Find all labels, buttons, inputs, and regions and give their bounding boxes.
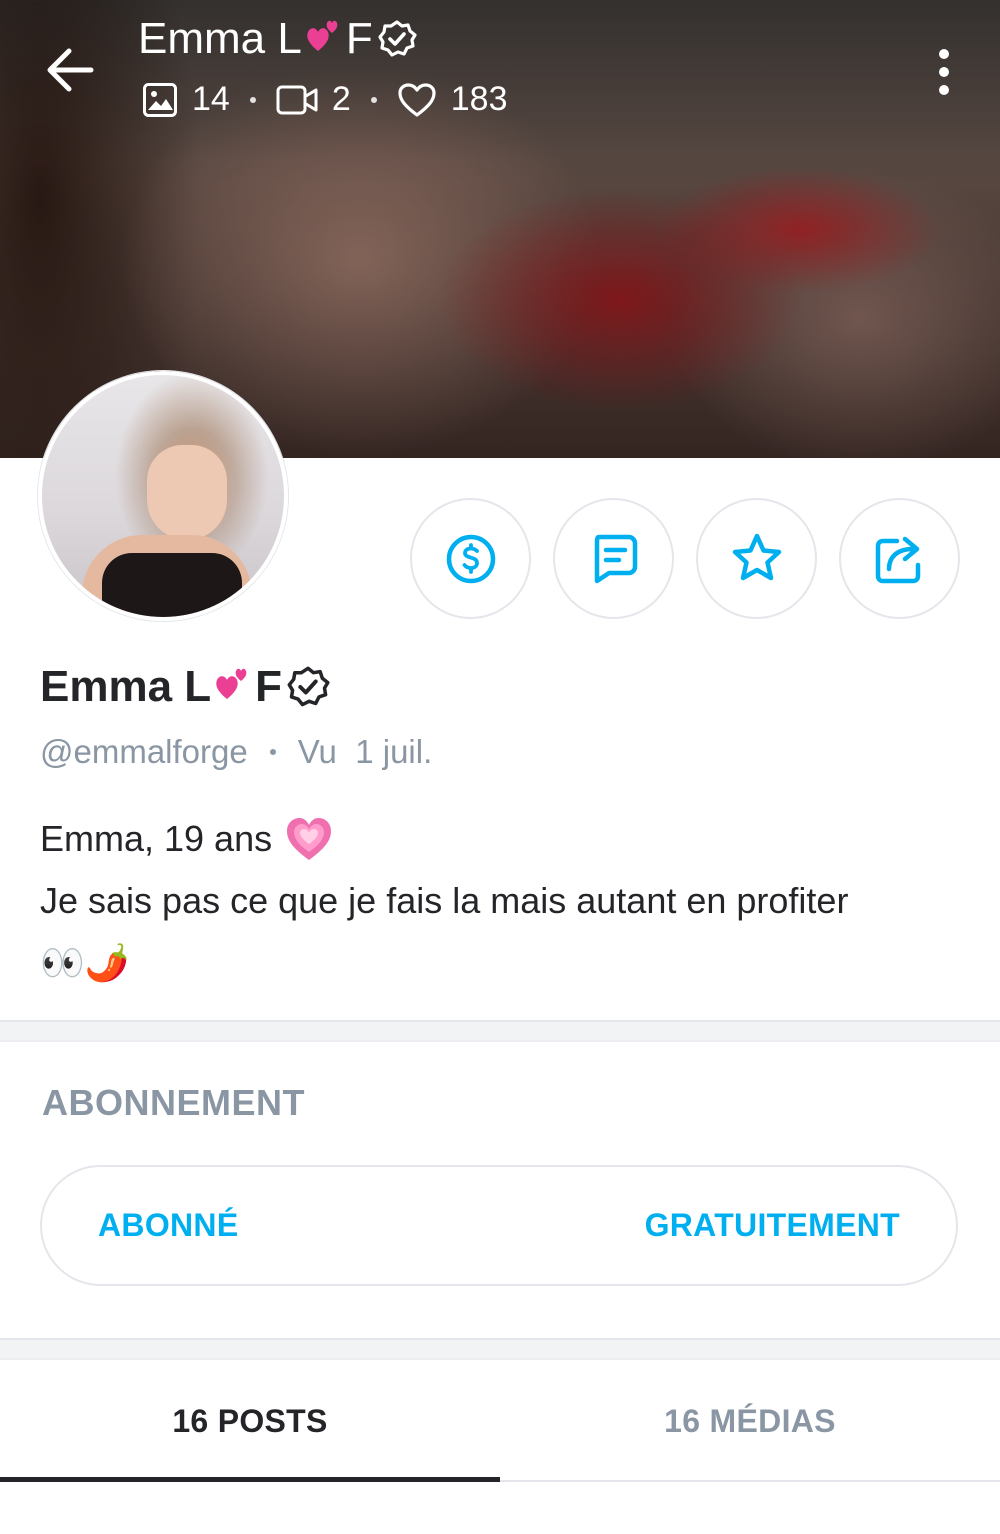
- bio-text: Je sais pas ce que je fais la mais autan…: [40, 880, 849, 921]
- top-bar: Emma L F 14 2 183: [0, 0, 1000, 140]
- handle-row: @emmalforge Vu 1 juil.: [40, 733, 432, 771]
- header-title: Emma L F: [138, 14, 417, 64]
- message-icon: [594, 534, 637, 583]
- more-options-button[interactable]: [920, 40, 968, 104]
- separator-dot: [269, 749, 276, 755]
- photos-stat: 14: [142, 80, 230, 119]
- separator-dot: [370, 96, 377, 103]
- bio-text: Emma, 19 ans: [40, 818, 273, 859]
- subscribe-button[interactable]: ABONNÉ GRATUITEMENT: [40, 1165, 958, 1286]
- last-seen: Vu 1 juil.: [297, 733, 433, 770]
- tab-media[interactable]: 16 MÉDIAS: [500, 1362, 1000, 1480]
- header-name-prefix: Emma L: [138, 14, 302, 63]
- bio-line: 👀🌶️: [40, 932, 970, 994]
- bio-line: Je sais pas ce que je fais la mais autan…: [40, 870, 970, 932]
- tip-button[interactable]: [410, 498, 531, 619]
- growing-heart-icon: [287, 818, 332, 860]
- photos-count: 14: [192, 80, 230, 118]
- bio-line: Emma, 19 ans: [40, 808, 970, 870]
- avatar-top: [102, 553, 242, 617]
- back-button[interactable]: [38, 38, 102, 102]
- favorite-button[interactable]: [696, 498, 817, 619]
- likes-stat: 183: [397, 80, 508, 119]
- dollar-circle-icon: [446, 534, 495, 583]
- star-icon: [732, 533, 781, 580]
- profile-name-prefix: Emma L: [40, 662, 212, 711]
- header-name-suffix: F: [345, 14, 373, 63]
- videos-count: 2: [331, 80, 351, 118]
- more-dot: [939, 67, 949, 77]
- bio-emoji: 👀🌶️: [40, 942, 130, 983]
- tab-posts[interactable]: 16 POSTS: [0, 1362, 500, 1482]
- message-button[interactable]: [553, 498, 674, 619]
- more-dot: [939, 49, 949, 59]
- video-icon: [276, 85, 318, 114]
- verified-badge-icon: [378, 20, 417, 57]
- videos-stat: 2: [276, 80, 351, 119]
- arrow-left-icon: [47, 48, 94, 92]
- two-hearts-icon: [216, 668, 247, 699]
- avatar[interactable]: [38, 371, 288, 621]
- more-dot: [939, 85, 949, 95]
- section-divider: [0, 1338, 1000, 1360]
- image-icon: [143, 82, 177, 117]
- avatar-face: [147, 445, 227, 540]
- subscribe-status: ABONNÉ: [98, 1207, 239, 1243]
- bio: Emma, 19 ans Je sais pas ce que je fais …: [40, 808, 970, 994]
- heart-icon: [398, 82, 436, 117]
- profile-actions: [410, 498, 960, 619]
- separator-dot: [249, 96, 256, 103]
- subscription-section-title: ABONNEMENT: [42, 1082, 305, 1123]
- username: @emmalforge: [40, 733, 248, 770]
- share-button[interactable]: [839, 498, 960, 619]
- verified-badge-icon: [287, 666, 330, 707]
- content-tabs: 16 POSTS 16 MÉDIAS: [0, 1362, 1000, 1482]
- profile-name-suffix: F: [255, 662, 283, 711]
- section-divider: [0, 1020, 1000, 1042]
- two-hearts-icon: [307, 20, 338, 51]
- profile-name: Emma L F: [40, 662, 330, 712]
- share-icon: [875, 536, 920, 583]
- likes-count: 183: [450, 80, 508, 118]
- subscribe-price: GRATUITEMENT: [644, 1207, 900, 1243]
- header-stats: 14 2 183: [142, 80, 507, 119]
